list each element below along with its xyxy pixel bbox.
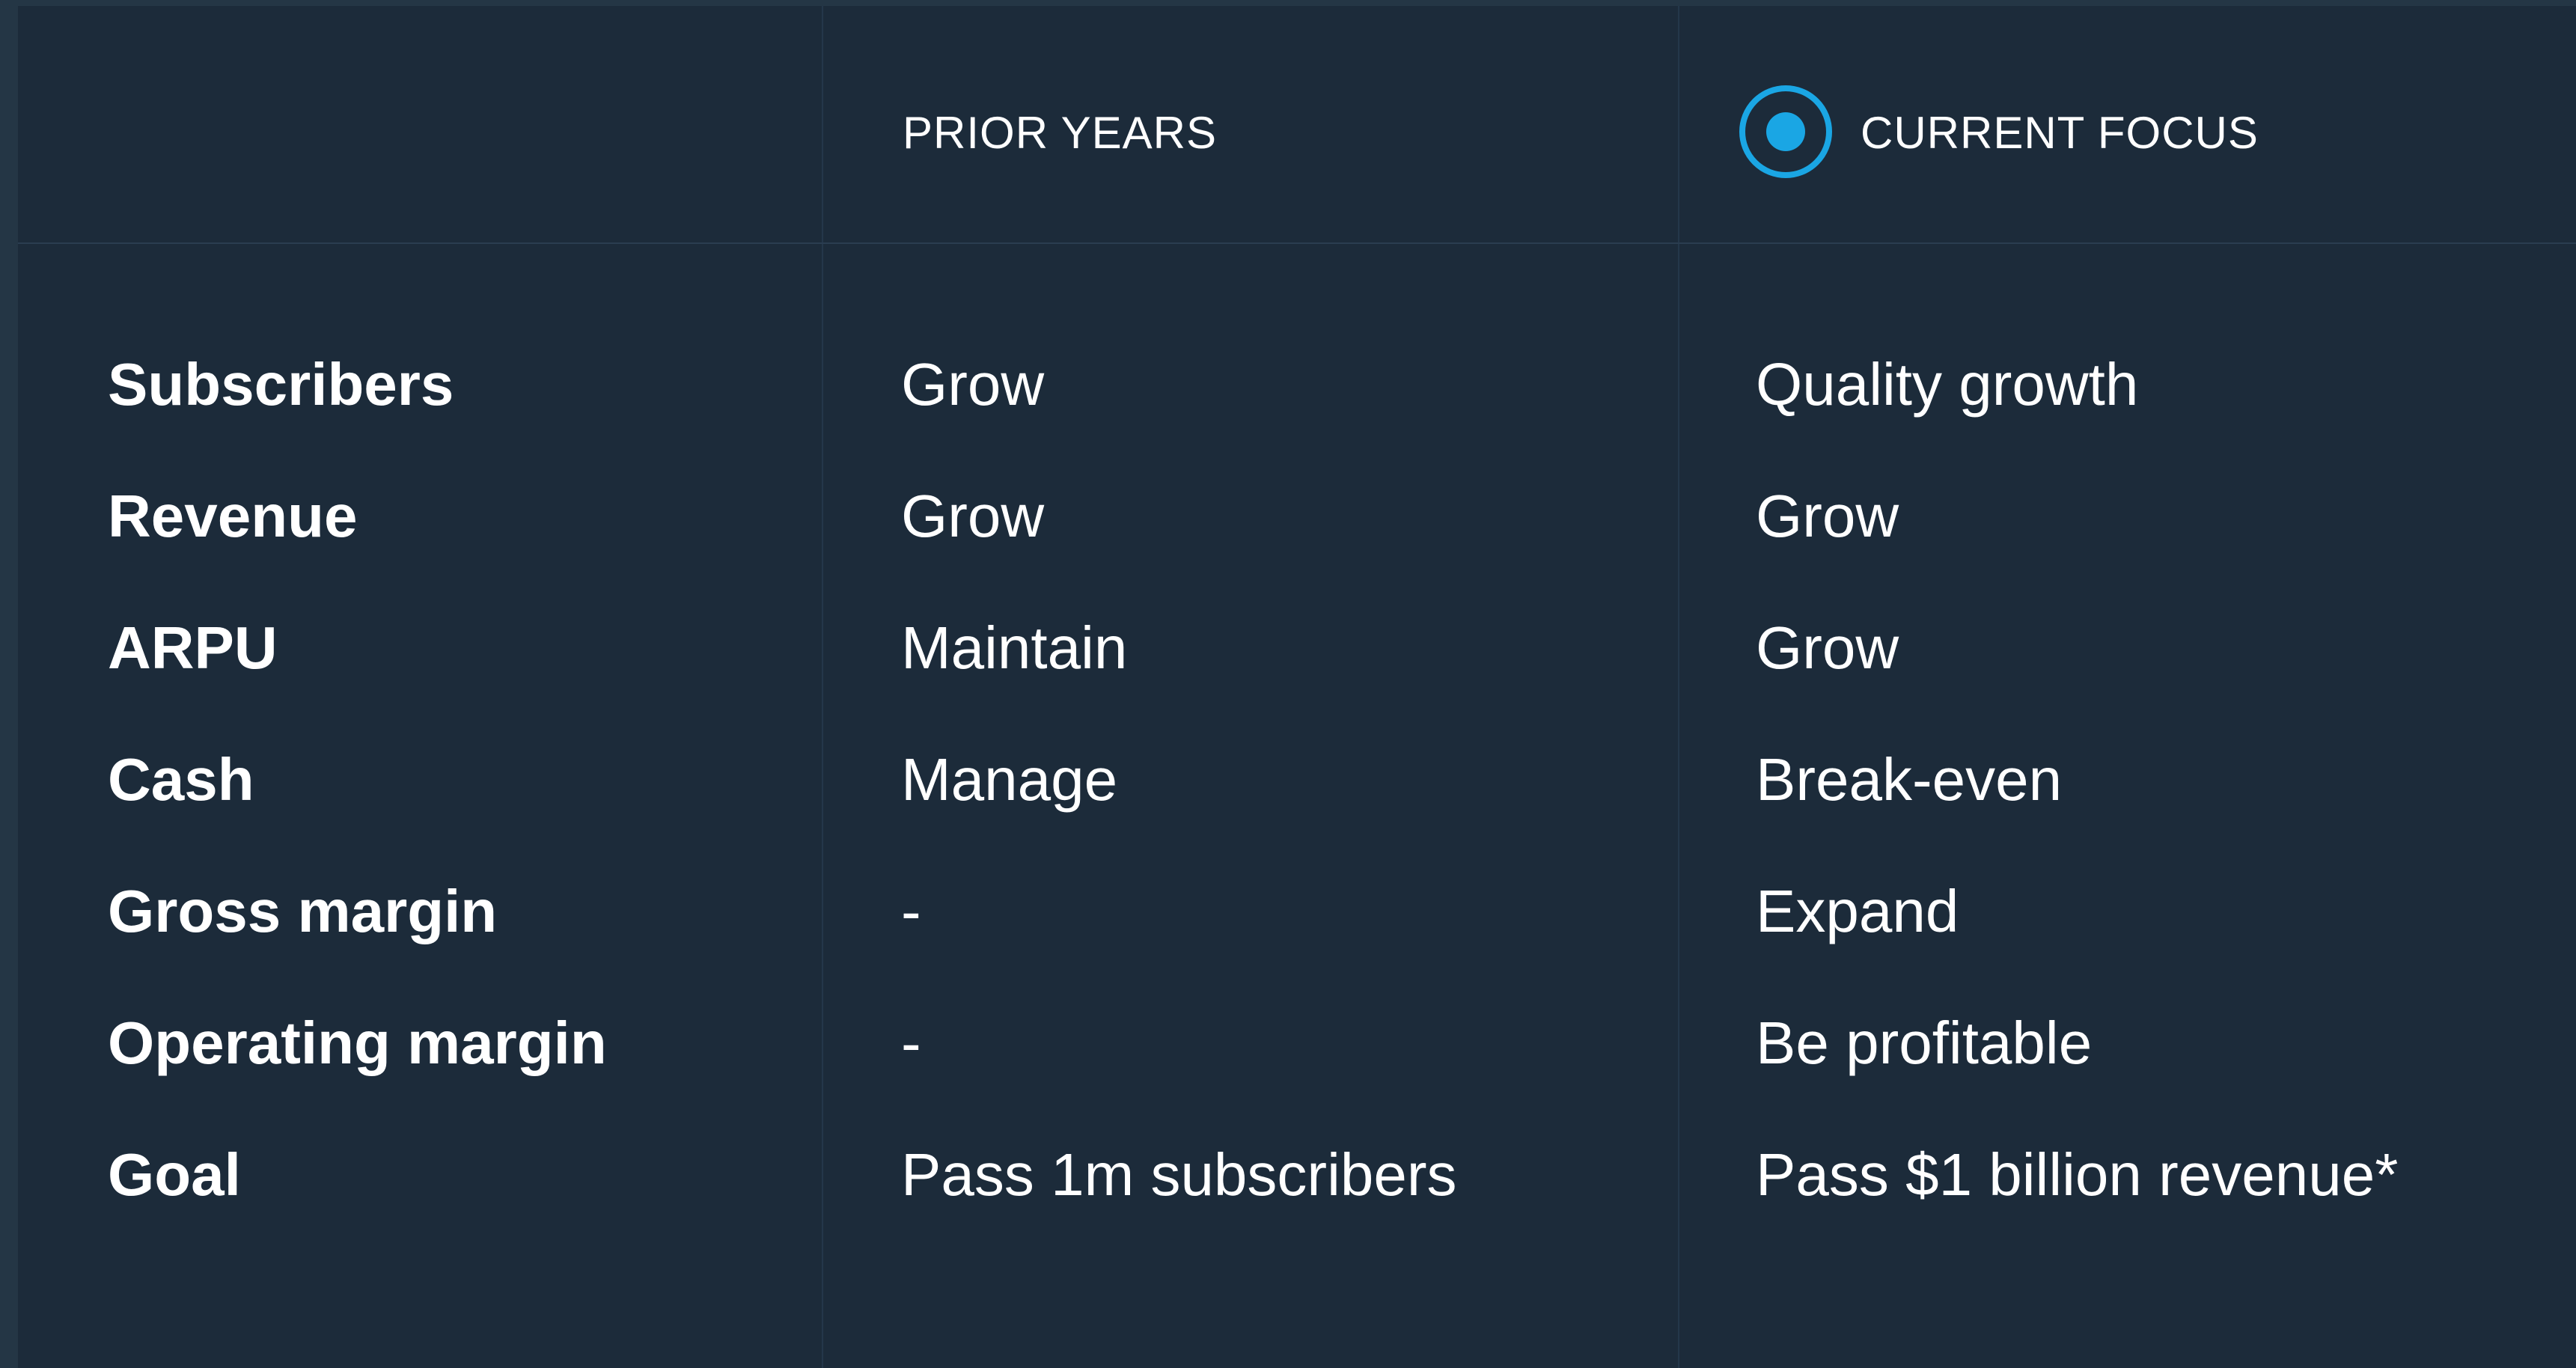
prior-value: Grow [901, 351, 1045, 418]
prior-years-header: PRIOR YEARS [903, 108, 1218, 158]
current-value: Pass $1 billion revenue* [1756, 1141, 2399, 1208]
table-row: Goal Pass 1m subscribers Pass $1 billion… [0, 1109, 2576, 1241]
prior-value: - [901, 878, 921, 944]
metric-label: Goal [108, 1141, 241, 1208]
metric-label: Gross margin [108, 878, 498, 944]
top-border [0, 0, 2576, 6]
metric-label: Revenue [108, 483, 358, 549]
table-row: Revenue Grow Grow [0, 451, 2576, 582]
metric-label: ARPU [108, 614, 278, 681]
current-value: Grow [1756, 614, 1899, 681]
current-value: Be profitable [1756, 1010, 2093, 1076]
current-value: Grow [1756, 483, 1899, 549]
current-value: Expand [1756, 878, 1959, 944]
prior-value: Maintain [901, 614, 1128, 681]
current-focus-header: CURRENT FOCUS [1861, 108, 2259, 158]
metric-label: Cash [108, 746, 254, 813]
current-value: Quality growth [1756, 351, 2139, 418]
table-row: Gross margin - Expand [0, 846, 2576, 977]
table-row: Subscribers Grow Quality growth [0, 319, 2576, 451]
header-divider [18, 242, 2576, 244]
radio-dot [1766, 112, 1805, 151]
table-row: Operating margin - Be profitable [0, 977, 2576, 1109]
table-row: ARPU Maintain Grow [0, 582, 2576, 714]
comparison-page: PRIOR YEARS CURRENT FOCUS Subscribers Gr… [0, 0, 2576, 1368]
prior-value: Pass 1m subscribers [901, 1141, 1457, 1208]
prior-value: Manage [901, 746, 1118, 813]
table-row: Cash Manage Break-even [0, 714, 2576, 846]
metric-label: Subscribers [108, 351, 454, 418]
prior-value: Grow [901, 483, 1045, 549]
radio-selected-icon [1739, 85, 1832, 178]
prior-value: - [901, 1010, 921, 1076]
current-value: Break-even [1756, 746, 2063, 813]
metric-label: Operating margin [108, 1010, 607, 1076]
